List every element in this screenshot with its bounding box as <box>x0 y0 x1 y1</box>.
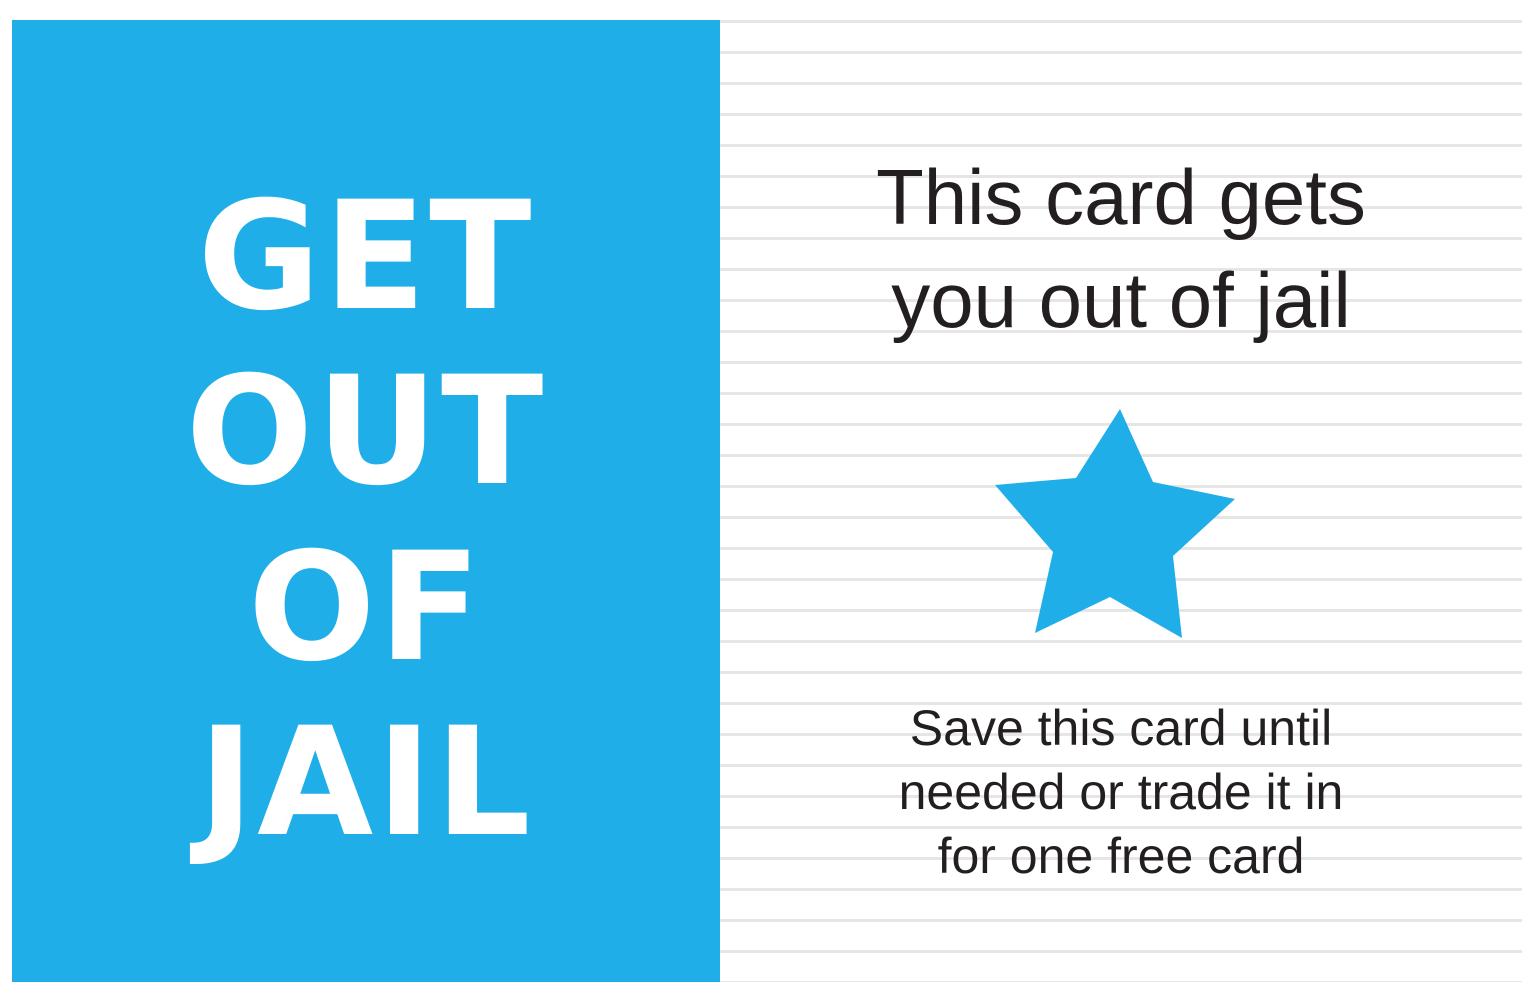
card-title-panel: GET OUT OF JAIL <box>12 20 720 982</box>
title-line-out: OUT <box>185 345 547 519</box>
note-line-2: needed or trade it in <box>898 764 1344 820</box>
headline-line-1: This card gets <box>876 153 1366 241</box>
note-line-1: Save this card until <box>909 700 1333 756</box>
title-line-get: GET <box>197 170 535 344</box>
card-note: Save this card until needed or trade it … <box>720 696 1522 888</box>
title-line-jail: JAIL <box>198 696 534 870</box>
card-headline: This card gets you out of jail <box>720 146 1522 352</box>
star-icon <box>995 409 1235 638</box>
note-line-3: for one free card <box>937 828 1305 884</box>
card-info-panel: This card gets you out of jail Save this… <box>720 20 1522 982</box>
headline-line-2: you out of jail <box>891 256 1351 344</box>
star-shape <box>995 409 1235 638</box>
title-line-of: OF <box>248 521 484 695</box>
get-out-of-jail-card: GET OUT OF JAIL This card gets you out o… <box>0 0 1532 996</box>
